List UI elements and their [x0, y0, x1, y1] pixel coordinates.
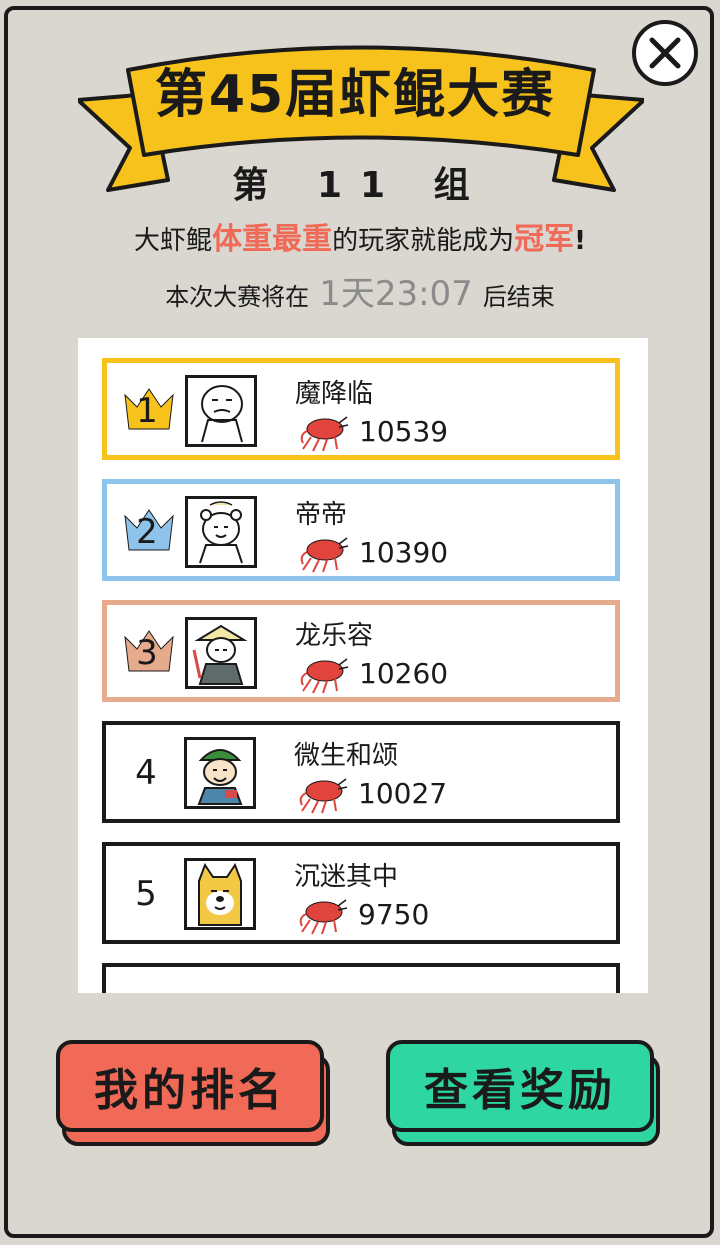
weight-value: 9750 — [358, 898, 430, 931]
avatar-straw-hat-icon — [192, 624, 248, 685]
player-name: 帝帝 — [295, 500, 348, 530]
view-rewards-button-label: 查看奖励 — [386, 1040, 654, 1132]
ranking-row[interactable]: 1 魔降临 10539 — [102, 358, 620, 460]
timer-text: 本次大赛将在 1天23:07 后结束 — [0, 266, 720, 315]
avatar — [184, 737, 256, 809]
my-rank-button[interactable]: 我的排名 — [56, 1040, 332, 1146]
player-name: 魔降临 — [295, 379, 374, 409]
timer-prefix: 本次大赛将在 — [165, 283, 310, 311]
rule-highlight-weight: 体重最重 — [212, 222, 333, 257]
player-name: 微生和颂 — [294, 741, 399, 771]
avatar — [185, 496, 257, 568]
shrimp-icon — [300, 537, 349, 573]
shrimp-icon — [300, 658, 349, 694]
rule-highlight-champion: 冠军 — [514, 222, 575, 257]
group-label: 第 11 组 — [232, 165, 488, 206]
player-name: 沉迷其中 — [294, 862, 399, 892]
rank-number: 1 — [136, 391, 158, 431]
avatar-green-hat-icon — [197, 749, 243, 805]
rank-number: 2 — [136, 512, 158, 552]
rule-text: 大虾鲲体重最重的玩家就能成为冠军! — [0, 214, 720, 258]
rule-prefix: 大虾鲲 — [134, 226, 213, 256]
weight-value: 10260 — [359, 657, 449, 690]
weight-value: 10390 — [359, 536, 449, 569]
avatar-doge-icon — [198, 862, 242, 926]
avatar — [185, 617, 257, 689]
ranking-row[interactable]: 3 龙乐容 10260 — [102, 600, 620, 702]
rank-number: 5 — [135, 874, 157, 914]
avatar — [184, 858, 256, 930]
shrimp-icon — [300, 416, 349, 452]
rank-number: 4 — [135, 753, 157, 793]
my-rank-button-label: 我的排名 — [56, 1040, 324, 1132]
ranking-row[interactable]: 2 帝帝 10390 — [102, 479, 620, 581]
rule-middle: 的玩家就能成为 — [332, 226, 515, 256]
player-name: 龙乐容 — [295, 621, 374, 651]
shrimp-icon — [299, 778, 348, 814]
rank-number: 3 — [136, 633, 158, 673]
shrimp-icon — [299, 899, 348, 935]
weight-value: 10027 — [358, 777, 448, 810]
close-icon — [649, 37, 681, 69]
rule-suffix: ! — [574, 226, 586, 256]
view-rewards-button[interactable]: 查看奖励 — [386, 1040, 662, 1146]
ranking-row[interactable]: 4 微生和颂 10027 — [102, 721, 620, 823]
timer-suffix: 后结束 — [482, 283, 555, 311]
ranking-row-partial[interactable] — [102, 963, 620, 993]
avatar-rage-face-icon — [201, 385, 243, 443]
ranking-list[interactable]: 1 魔降临 10539 2 帝帝 10390 3 龙乐容 10260 4 微生和… — [78, 338, 648, 993]
ranking-row[interactable]: 5 沉迷其中 9750 — [102, 842, 620, 944]
countdown-value: 1天23:07 — [319, 274, 473, 314]
avatar-bear-icon — [199, 501, 243, 564]
weight-value: 10539 — [359, 415, 449, 448]
avatar — [185, 375, 257, 447]
page-title: 第45届虾鲲大赛 — [154, 65, 556, 125]
